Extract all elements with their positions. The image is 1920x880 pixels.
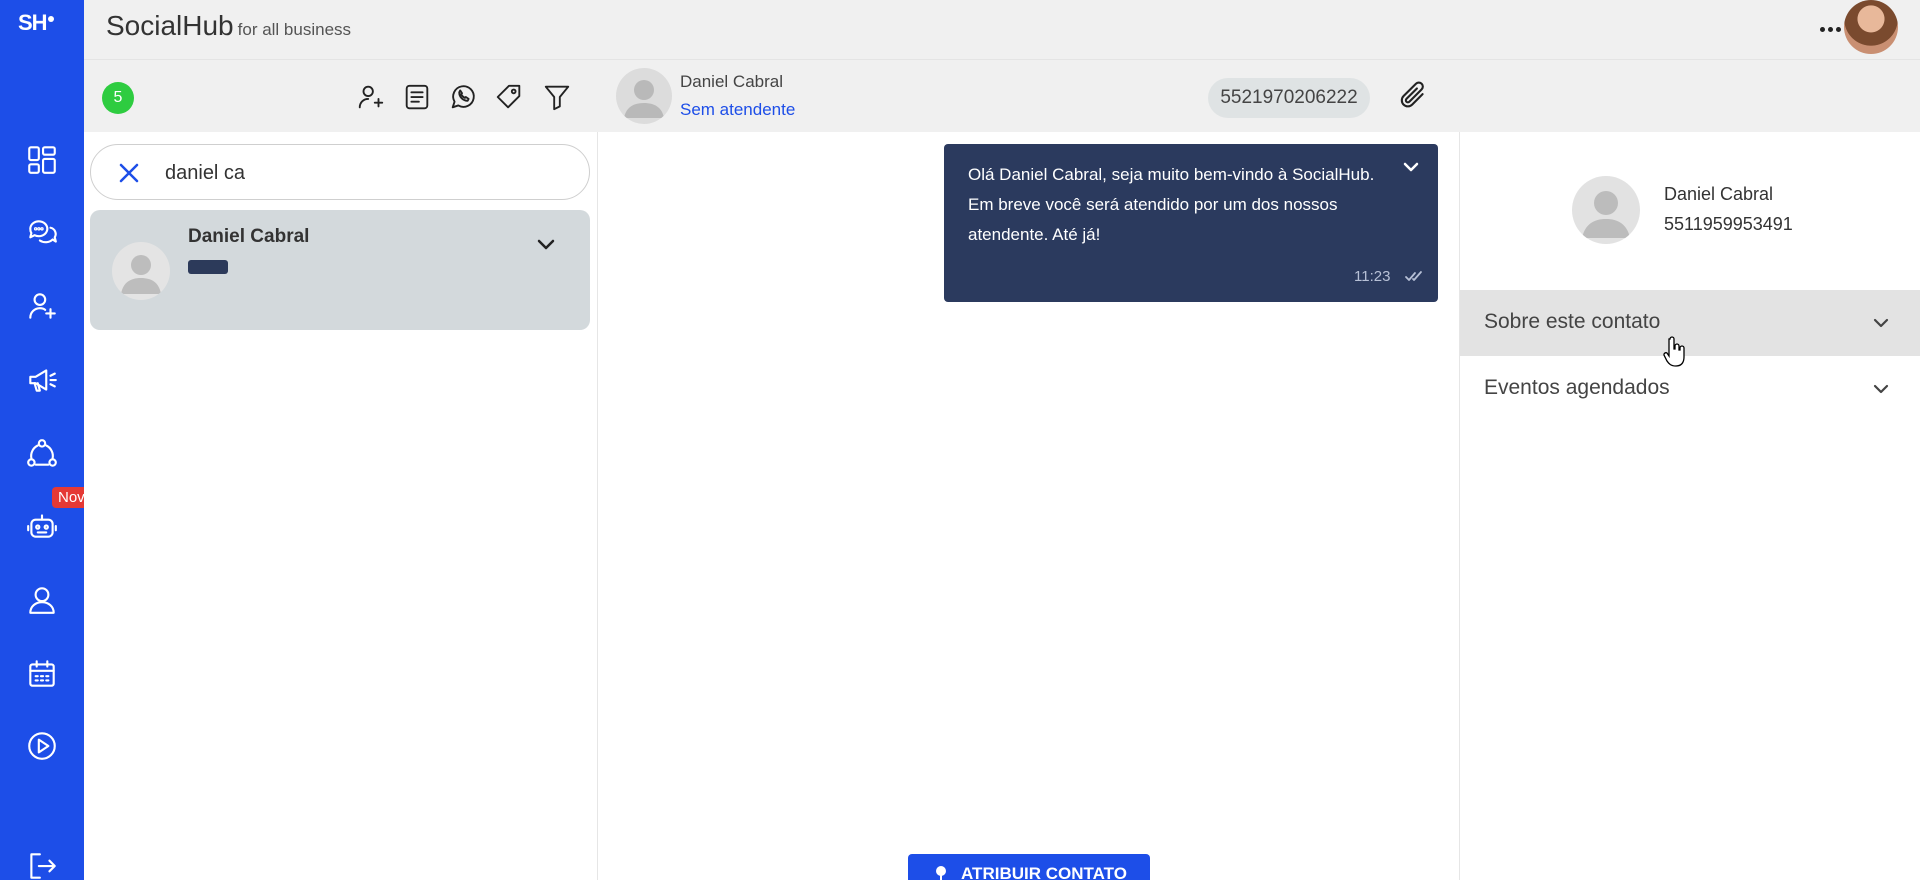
contact-tag [188,260,228,274]
pin-icon [936,866,947,880]
chevron-down-icon [1870,312,1892,334]
notes-icon[interactable] [400,80,434,114]
details-header [1460,60,1920,132]
bot-icon[interactable] [22,506,62,546]
chat-contact-name: Daniel Cabral [680,72,783,91]
megaphone-icon[interactable] [22,360,62,400]
chat-icon[interactable] [22,212,62,252]
message-time: 11:23 [1354,268,1391,285]
chat-header: Daniel Cabral Sem atendente 552197020622… [598,60,1460,132]
assign-contact-label: ATRIBUIR CONTATO [961,864,1127,880]
agent-status-link[interactable]: Sem atendente [680,100,795,120]
user-icon[interactable] [22,580,62,620]
chevron-down-icon[interactable] [534,232,558,256]
play-icon[interactable] [22,726,62,766]
logout-icon[interactable] [22,846,62,880]
conversation-list-panel: 5 Daniel Cabral [84,60,598,880]
network-icon[interactable] [22,434,62,474]
avatar [616,68,672,124]
chevron-down-icon[interactable] [1400,156,1424,180]
details-contact-phone: 5511959953491 [1664,214,1793,234]
app-subtitle: for all business [237,20,352,39]
clear-search-icon[interactable] [115,159,143,187]
top-bar: SocialHub for all business [84,0,1920,60]
accordion-label: Sobre este contato [1484,310,1661,333]
dashboard-icon[interactable] [22,140,62,180]
tag-icon[interactable] [492,80,526,114]
logo-dot [47,16,54,22]
add-contact-icon[interactable] [22,286,62,326]
avatar [1572,176,1640,244]
logo-text: SH [18,10,48,35]
online-count-badge: 5 [102,82,134,114]
sidebar: SH Novo [0,0,100,880]
phone-chip[interactable]: 5521970206222 [1208,78,1370,118]
message-text: Olá Daniel Cabral, seja muito bem-vindo … [968,165,1375,244]
about-contact-section[interactable]: Sobre este contato [1460,290,1920,356]
double-check-icon [1404,268,1424,284]
app-logo[interactable]: SH [18,10,54,36]
chat-panel: Daniel Cabral Sem atendente 552197020622… [598,60,1460,880]
scheduled-events-section[interactable]: Eventos agendados [1460,356,1920,422]
contact-name: Daniel Cabral [188,226,310,247]
brand: SocialHub for all business [106,10,351,42]
accordion-label: Eventos agendados [1484,376,1670,399]
user-avatar[interactable] [1844,0,1898,54]
avatar [112,242,170,300]
calendar-icon[interactable] [22,654,62,694]
filter-icon[interactable] [540,80,574,114]
chevron-down-icon [1870,378,1892,400]
assign-contact-button[interactable]: ATRIBUIR CONTATO [908,854,1150,880]
whatsapp-icon[interactable] [446,80,480,114]
search-box [90,144,590,200]
paperclip-icon[interactable] [1396,78,1436,118]
list-item[interactable]: Daniel Cabral [90,210,590,330]
search-input[interactable] [165,157,565,189]
add-contact-icon[interactable] [354,80,388,114]
list-toolbar: 5 [84,60,598,132]
app-title: SocialHub [106,10,234,41]
contact-details-panel: Daniel Cabral 5511959953491 Sobre este c… [1460,60,1920,880]
chat-message: Olá Daniel Cabral, seja muito bem-vindo … [944,144,1438,302]
details-contact-name: Daniel Cabral [1664,184,1774,204]
